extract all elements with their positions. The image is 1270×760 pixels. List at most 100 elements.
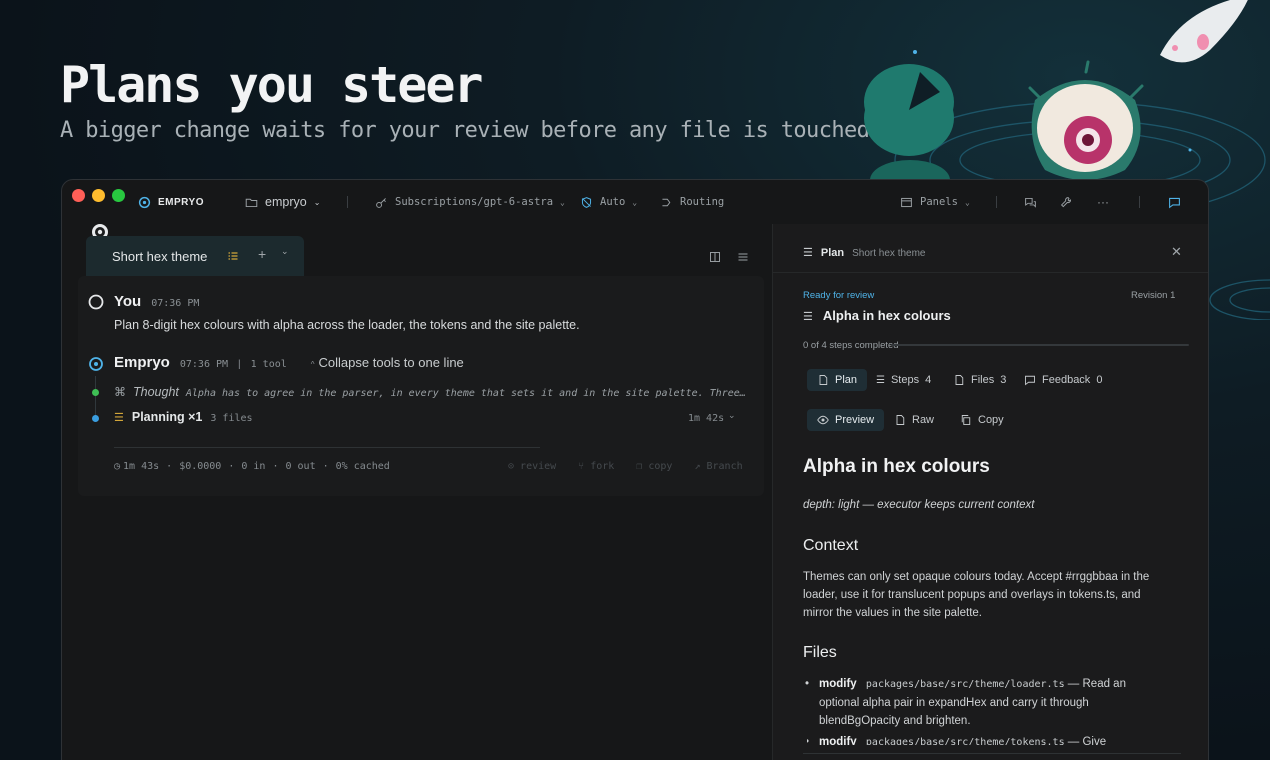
list-icon[interactable] [737, 251, 749, 263]
tab-plan[interactable]: Plan [807, 369, 868, 391]
thought-label: Thought [133, 385, 179, 399]
mode-label: Auto [600, 196, 626, 208]
message-square-icon [1025, 375, 1035, 386]
hero-title: Plans you steer [60, 56, 484, 114]
tab-short-hex-theme[interactable]: Short hex theme [86, 236, 304, 276]
checklist-icon [228, 252, 238, 260]
view-raw[interactable]: Raw [884, 409, 944, 431]
new-tab-button[interactable]: + [258, 246, 266, 262]
file-action: modify [819, 736, 857, 745]
plan-panel-label: Plan [820, 247, 845, 259]
settings-button[interactable] [1060, 180, 1073, 224]
workspace-selector[interactable]: empryo ⌄ [245, 180, 320, 224]
panels-icon [901, 197, 912, 207]
collapse-tools-button[interactable]: Collapse tools to one line [319, 355, 464, 370]
doc-files-heading: Files [803, 644, 837, 661]
document-icon [819, 375, 828, 385]
divider [996, 196, 997, 208]
folder-icon [245, 198, 258, 207]
planning-duration: 1m 42s [688, 413, 725, 424]
message-stats: ◷ 1m 43s · $0.0000 · 0 in · 0 out · 0% cache… [114, 461, 390, 472]
review-button[interactable]: ⊙ review [508, 461, 556, 472]
more-menu-button[interactable]: ··· [1097, 180, 1109, 224]
planning-step-dot [92, 415, 99, 422]
doc-depth: depth: light — executor keeps current co… [803, 499, 1035, 511]
fork-button[interactable]: ⑂ fork [578, 461, 614, 472]
stat-duration: 1m 43s [123, 461, 160, 472]
chevron-down-icon: ⌄ [964, 197, 970, 207]
close-icon[interactable]: ✕ [1171, 244, 1182, 260]
stat-in: 0 in [241, 461, 266, 472]
plan-progress-text: 0 of 4 steps completed [803, 340, 899, 351]
thought-step-dot [92, 389, 99, 396]
file-entry: • modify packages/base/src/theme/loader.… [805, 675, 1147, 730]
routing-icon [662, 198, 671, 206]
planning-files: 3 files [210, 413, 253, 424]
assistant-name: Empryo [114, 354, 170, 371]
divider: | [238, 359, 241, 370]
user-message-header: You 07:36 PM [114, 293, 199, 310]
subscription-selector[interactable]: Subscriptions/gpt-6-astra ⌄ [375, 180, 565, 224]
empryo-avatar-icon [89, 357, 103, 371]
chevron-down-icon[interactable]: ⌄ [728, 410, 736, 421]
plan-panel-title: Short hex theme [852, 248, 926, 259]
user-timestamp: 07:36 PM [151, 298, 200, 309]
clock-icon: ◷ [114, 461, 121, 472]
plan-revision: Revision 1 [1131, 290, 1176, 301]
tab-steps[interactable]: ☰ Steps 4 [866, 369, 941, 391]
more-icon: ··· [1097, 195, 1109, 209]
chat-history-button[interactable] [1024, 180, 1037, 224]
hero-subtitle: A bigger change waits for your review be… [60, 118, 883, 143]
chevron-down-icon: ⌄ [632, 197, 638, 207]
panels-label: Panels [920, 196, 958, 208]
assistant-timestamp: 07:36 PM [179, 359, 229, 370]
branch-button[interactable]: ↗ Branch [694, 461, 742, 472]
zoom-window-button[interactable] [112, 189, 125, 202]
copy-plan-button[interactable]: Copy [950, 409, 1014, 431]
brain-icon: ⌘ [114, 385, 126, 399]
plan-panel-header: ☰ Plan Short hex theme [803, 246, 925, 259]
checklist-icon: ☰ [803, 311, 813, 323]
doc-heading: Alpha in hex colours [803, 456, 990, 477]
user-name: You [114, 293, 142, 310]
titlebar: EMPRYO empryo ⌄ Subscriptions/gpt-6-astr… [62, 180, 1208, 224]
plan-title-row: ☰ Alpha in hex colours [803, 308, 951, 323]
key-icon [376, 197, 386, 208]
file-path: packages/base/src/theme/loader.ts [865, 679, 1065, 690]
thought-text: Alpha has to agree in the parser, in eve… [185, 388, 746, 399]
message-actions: ⊙ review ⑂ fork ❐ copy ↗ Branch [508, 461, 743, 472]
routing-label: Routing [680, 196, 725, 208]
plan-panel-toggle[interactable] [1168, 180, 1181, 224]
routing-button[interactable]: Routing [660, 180, 724, 224]
tab-feedback[interactable]: Feedback 0 [1014, 369, 1112, 391]
file-entry: • modify packages/base/src/theme/tokens.… [807, 733, 1147, 745]
empryo-logo-icon [138, 196, 151, 208]
doc-context-body: Themes can only set opaque colours today… [803, 571, 1150, 619]
chevron-up-icon: ^ [310, 360, 315, 369]
chevron-down-icon: ⌄ [560, 197, 565, 207]
app-name: EMPRYO [158, 196, 204, 208]
panels-selector[interactable]: Panels ⌄ [900, 180, 970, 224]
view-preview[interactable]: Preview [807, 409, 885, 431]
checklist-icon: ☰ [876, 374, 885, 386]
split-view-icon[interactable] [709, 251, 721, 263]
app-window: EMPRYO empryo ⌄ Subscriptions/gpt-6-astr… [61, 179, 1209, 760]
stat-cost: $0.0000 [179, 461, 222, 472]
shield-slash-icon [581, 196, 592, 208]
divider [1139, 196, 1140, 208]
checklist-icon: ☰ [803, 247, 813, 259]
bullet: • [805, 678, 810, 690]
tab-list-chevron-icon[interactable]: ⌄ [281, 246, 289, 257]
copy-icon [961, 415, 971, 425]
copy-button[interactable]: ❐ copy [636, 461, 672, 472]
panel-divider [773, 272, 1208, 273]
workspace-name: empryo [265, 195, 307, 209]
mode-selector[interactable]: Auto ⌄ [580, 180, 637, 224]
doc-bottom-divider [803, 753, 1181, 754]
thought-row[interactable]: ⌘ Thought Alpha has to agree in the pars… [114, 385, 746, 399]
minimize-window-button[interactable] [92, 189, 105, 202]
planning-row[interactable]: ☰ Planning ×1 3 files [114, 410, 253, 424]
tab-files[interactable]: Files 3 [943, 369, 1016, 391]
close-window-button[interactable] [72, 189, 85, 202]
timeline-line [95, 376, 96, 416]
